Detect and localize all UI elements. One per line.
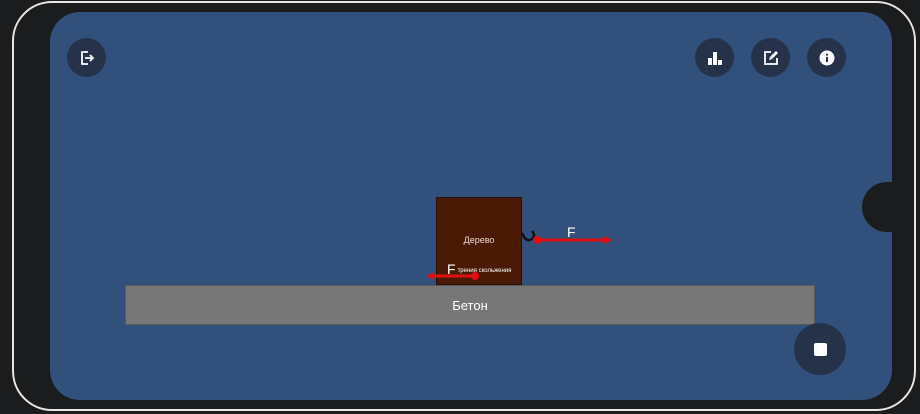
rope-hook [520, 230, 536, 242]
stop-icon [813, 342, 827, 356]
friction-force-symbol: F [447, 261, 456, 277]
force-arrows-layer [426, 230, 612, 280]
friction-force-label: Fтрения скольжения [447, 261, 511, 277]
stop-button[interactable] [794, 323, 846, 375]
applied-force-label: F [567, 224, 576, 240]
friction-force-subscript: трения скольжения [457, 268, 512, 274]
simulation-screen: Бетон Дерево F Fтрения скольжения [50, 12, 892, 400]
